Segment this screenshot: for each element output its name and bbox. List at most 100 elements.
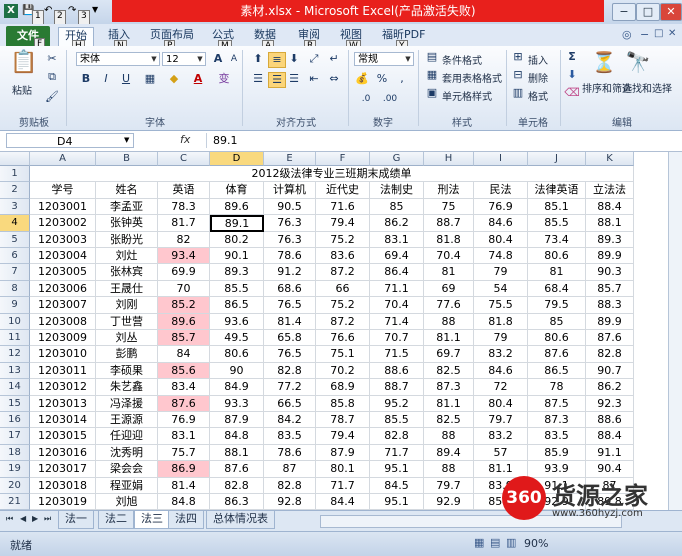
table-cell[interactable]: 81.1 — [424, 395, 474, 412]
sheet-title[interactable]: 2012级法律专业三班期末成绩单 — [30, 166, 634, 183]
table-cell[interactable]: 86.4 — [370, 264, 424, 281]
table-cell[interactable]: 81.8 — [424, 231, 474, 248]
table-cell[interactable]: 89.9 — [586, 313, 634, 330]
table-cell[interactable]: 76.3 — [264, 231, 316, 248]
table-cell[interactable]: 83.1 — [158, 428, 210, 445]
table-cell[interactable]: 91.1 — [586, 444, 634, 462]
row-header[interactable]: 3 — [0, 198, 30, 216]
table-cell[interactable]: 71.6 — [316, 198, 370, 216]
percent-icon[interactable]: % — [374, 72, 390, 86]
table-cell[interactable]: 88 — [424, 428, 474, 445]
table-cell[interactable]: 82.5 — [424, 362, 474, 380]
table-cell[interactable]: 83.5 — [528, 428, 586, 445]
table-cell[interactable]: 84.9 — [210, 379, 264, 396]
table-cell[interactable]: 78.6 — [264, 248, 316, 265]
table-cell[interactable]: 刘丛 — [96, 330, 158, 347]
table-cell[interactable]: 张盼光 — [96, 231, 158, 248]
fill-color-icon[interactable]: ◆ — [166, 72, 182, 86]
column-header-c[interactable]: C — [158, 152, 210, 166]
table-cell[interactable]: 84.4 — [316, 494, 370, 510]
last-sheet-icon[interactable]: ⏭ — [44, 514, 51, 524]
column-header-g[interactable]: G — [370, 152, 424, 166]
table-cell[interactable]: 79.4 — [316, 428, 370, 445]
format-cells-button[interactable]: 格式 — [528, 88, 548, 103]
table-cell[interactable]: 74.8 — [474, 248, 528, 265]
table-cell[interactable]: 程亚娟 — [96, 477, 158, 494]
indent-icon[interactable]: ⇤ — [306, 72, 322, 86]
page-break-view-icon[interactable]: ▥ — [506, 536, 516, 549]
table-cell[interactable]: 87.3 — [528, 412, 586, 429]
table-cell[interactable]: 82.8 — [264, 477, 316, 494]
table-cell[interactable]: 85.6 — [158, 362, 210, 380]
find-select-icon[interactable]: 🔭 — [624, 50, 652, 74]
table-cell[interactable]: 93.3 — [210, 395, 264, 412]
redo-icon[interactable]: ↷ — [68, 5, 76, 19]
table-cell[interactable]: 95.2 — [370, 395, 424, 412]
table-cell[interactable]: 69.9 — [158, 264, 210, 281]
insert-function-icon[interactable]: fx — [180, 133, 190, 146]
table-cell[interactable]: 79 — [474, 264, 528, 281]
insert-cells-button[interactable]: 插入 — [528, 52, 548, 67]
table-cell[interactable]: 84.5 — [370, 477, 424, 494]
decrease-decimal-icon[interactable]: .00 — [382, 92, 398, 106]
table-cell[interactable]: 彭鹏 — [96, 346, 158, 363]
table-cell[interactable]: 89.3 — [210, 264, 264, 281]
align-middle-icon[interactable]: ≡ — [268, 52, 286, 68]
table-cell[interactable]: 89.6 — [210, 198, 264, 216]
select-all-corner[interactable] — [0, 152, 30, 166]
number-format-select[interactable]: 常规 ▼ — [354, 52, 414, 66]
table-cell[interactable]: 76.6 — [316, 330, 370, 347]
row-header[interactable]: 11 — [0, 330, 30, 347]
table-cell[interactable]: 83.2 — [474, 346, 528, 363]
table-cell[interactable]: 79.5 — [528, 297, 586, 314]
table-cell[interactable]: 80.6 — [528, 330, 586, 347]
table-cell[interactable]: 冯泽援 — [96, 395, 158, 412]
table-cell[interactable]: 87.9 — [316, 444, 370, 462]
font-size-select[interactable]: 12 ▼ — [162, 52, 206, 66]
table-cell[interactable]: 84.8 — [158, 494, 210, 510]
table-cell[interactable]: 95.1 — [370, 494, 424, 510]
table-cell[interactable]: 86.2 — [586, 379, 634, 396]
table-cell[interactable]: 75 — [424, 198, 474, 216]
row-header[interactable]: 17 — [0, 428, 30, 445]
table-cell[interactable]: 刘旭 — [96, 494, 158, 510]
undo-icon[interactable]: ↶ — [44, 5, 52, 19]
table-cell[interactable]: 82 — [158, 231, 210, 248]
table-cell[interactable]: 88.1 — [586, 215, 634, 232]
table-cell[interactable]: 77.2 — [264, 379, 316, 396]
table-cell[interactable]: 1203005 — [30, 264, 96, 281]
column-label[interactable]: 法律英语 — [528, 182, 586, 199]
table-cell[interactable]: 80.4 — [474, 395, 528, 412]
table-cell[interactable]: 87.6 — [210, 461, 264, 478]
column-label[interactable]: 学号 — [30, 182, 96, 199]
sheet-tab[interactable]: 法二 — [98, 511, 134, 529]
column-label[interactable]: 体育 — [210, 182, 264, 199]
sheet-tab[interactable]: 法四 — [168, 511, 204, 529]
table-cell[interactable]: 88.7 — [370, 379, 424, 396]
table-cell[interactable]: 王晟仕 — [96, 280, 158, 298]
wrap-text-icon[interactable]: ↵ — [326, 52, 342, 66]
table-cell[interactable]: 1203002 — [30, 215, 96, 232]
table-cell[interactable]: 86.2 — [370, 215, 424, 232]
table-cell[interactable]: 87.6 — [528, 346, 586, 363]
table-cell[interactable]: 87.5 — [528, 395, 586, 412]
table-cell[interactable]: 81.4 — [264, 313, 316, 330]
increase-decimal-icon[interactable]: .0 — [358, 92, 374, 106]
table-cell[interactable]: 1203004 — [30, 248, 96, 265]
table-cell[interactable]: 71.1 — [370, 280, 424, 298]
table-cell[interactable]: 68.6 — [264, 280, 316, 298]
table-cell[interactable]: 刘刚 — [96, 297, 158, 314]
orientation-icon[interactable]: ⤢ — [306, 52, 322, 66]
column-header-j[interactable]: J — [528, 152, 586, 166]
column-label[interactable]: 刑法 — [424, 182, 474, 199]
table-cell[interactable]: 89.9 — [586, 248, 634, 265]
table-cell[interactable]: 85.9 — [528, 444, 586, 462]
insert-cells-icon[interactable]: ⊞ — [510, 50, 526, 64]
table-cell[interactable]: 75.7 — [158, 444, 210, 462]
column-header-h[interactable]: H — [424, 152, 474, 166]
table-cell[interactable]: 1203008 — [30, 313, 96, 330]
table-cell[interactable]: 81.4 — [158, 477, 210, 494]
table-cell[interactable]: 83.4 — [158, 379, 210, 396]
column-label[interactable]: 计算机 — [264, 182, 316, 199]
align-top-icon[interactable]: ⬆ — [250, 52, 266, 66]
